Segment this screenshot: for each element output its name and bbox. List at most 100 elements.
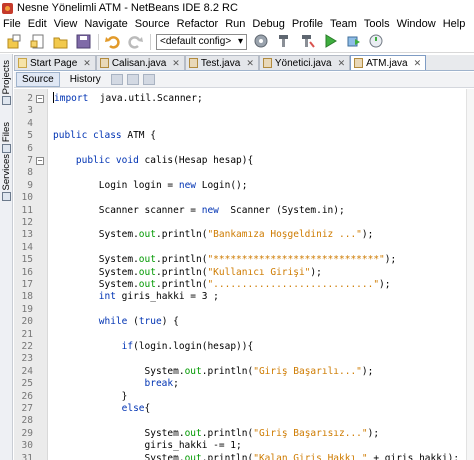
code-token: "Kullanıcı Girişi" xyxy=(207,266,311,278)
close-icon[interactable]: ✕ xyxy=(172,58,180,69)
back-icon[interactable] xyxy=(110,74,123,85)
code-token: calis(Hesap hesap){ xyxy=(138,155,254,166)
forward-icon[interactable] xyxy=(126,74,139,85)
code-token: ); xyxy=(361,229,374,241)
code-token: true xyxy=(138,316,162,328)
code-text: else{ xyxy=(53,402,151,415)
code-token: public void xyxy=(75,155,139,166)
code-text: System.out.println("....................… xyxy=(53,278,391,291)
line-number: 21 xyxy=(21,328,33,340)
line-number: 9 xyxy=(27,179,33,191)
menu-file[interactable]: File xyxy=(3,18,21,30)
profile-icon[interactable] xyxy=(368,34,384,50)
code-text: System.out.println("Giriş Başarısız...")… xyxy=(53,427,380,440)
code-line: 6 xyxy=(14,142,474,155)
code-token: new xyxy=(201,204,219,216)
menu-help[interactable]: Help xyxy=(443,18,466,30)
save-all-icon[interactable] xyxy=(75,34,91,50)
undo-icon[interactable] xyxy=(104,34,120,50)
sidebar-tab-label: Files xyxy=(1,122,12,143)
projects-icon xyxy=(2,96,11,106)
line-number: 22 xyxy=(21,341,33,352)
code-token: System. xyxy=(53,427,185,439)
title-bar: Nesne Yönelimli ATM - NetBeans IDE 8.2 R… xyxy=(0,0,474,16)
code-token: ); xyxy=(379,279,391,290)
code-token: import xyxy=(54,93,89,104)
close-icon[interactable]: ✕ xyxy=(246,58,254,69)
redo-icon[interactable] xyxy=(127,34,143,50)
code-token: .println( xyxy=(201,365,254,377)
java-file-icon xyxy=(354,58,364,68)
line-number: 16 xyxy=(21,266,33,278)
menu-tools[interactable]: Tools xyxy=(364,18,390,30)
code-line: 3 xyxy=(14,104,474,117)
code-line: 20 while (true) { xyxy=(14,315,474,328)
new-file-icon[interactable] xyxy=(29,34,45,50)
code-line: 2− import java.util.Scanner; xyxy=(14,92,474,105)
java-file-icon xyxy=(99,58,109,68)
sidebar-tab-projects[interactable]: Projects xyxy=(1,60,12,106)
run-icon[interactable] xyxy=(322,34,338,50)
code-token: new xyxy=(178,179,197,191)
find-icon[interactable] xyxy=(142,74,155,85)
settings-globe-icon[interactable] xyxy=(253,34,269,50)
tab-test-java[interactable]: Test.java ✕ xyxy=(184,55,259,70)
fold-toggle-icon[interactable]: − xyxy=(36,95,44,103)
tab-history[interactable]: History xyxy=(64,72,107,87)
menu-debug[interactable]: Debug xyxy=(252,18,284,30)
line-number: 12 xyxy=(21,217,33,228)
debug-icon[interactable] xyxy=(345,34,361,50)
menu-source[interactable]: Source xyxy=(135,18,170,30)
build-icon[interactable] xyxy=(276,34,292,50)
tab-label: ATM.java xyxy=(366,57,408,69)
code-line: 8 xyxy=(14,166,474,179)
menu-edit[interactable]: Edit xyxy=(28,18,47,30)
line-number: 5 xyxy=(27,130,33,142)
code-token: out xyxy=(184,365,202,377)
code-token: .println( xyxy=(155,229,208,241)
code-line: 7− public void calis(Hesap hesap){ xyxy=(14,154,474,167)
sidebar-tab-services[interactable]: Services xyxy=(1,154,12,202)
menu-refactor[interactable]: Refactor xyxy=(177,18,219,30)
menu-profile[interactable]: Profile xyxy=(292,18,323,30)
new-project-icon[interactable] xyxy=(6,34,22,50)
code-line: 10 xyxy=(14,191,474,204)
menu-view[interactable]: View xyxy=(54,18,78,30)
tab-y-netici-java[interactable]: Yönetici.java ✕ xyxy=(258,55,351,70)
code-text: import java.util.Scanner; xyxy=(53,92,203,105)
code-token: ; xyxy=(173,378,179,390)
tab-label: Test.java xyxy=(200,57,241,69)
code-token: out xyxy=(184,427,202,439)
netbeans-logo-icon xyxy=(2,2,13,14)
close-icon[interactable]: ✕ xyxy=(414,58,422,69)
menu-window[interactable]: Window xyxy=(397,18,436,30)
clean-build-icon[interactable] xyxy=(299,34,315,50)
config-select[interactable]: <default config> ▾ xyxy=(156,33,247,50)
editor-tab-bar: Start Page ✕ Calisan.java ✕ Test.java ✕ Yöneti… xyxy=(14,55,474,71)
tab-start-page[interactable]: Start Page ✕ xyxy=(14,55,96,70)
menu-navigate[interactable]: Navigate xyxy=(84,18,127,30)
close-icon[interactable]: ✕ xyxy=(83,58,91,69)
sidebar-tab-files[interactable]: Files xyxy=(1,122,12,154)
open-project-icon[interactable] xyxy=(52,34,68,50)
menu-run[interactable]: Run xyxy=(225,18,245,30)
code-token: public class xyxy=(53,130,122,142)
tab-atm-java[interactable]: ATM.java ✕ xyxy=(350,55,427,70)
files-icon xyxy=(2,144,11,154)
chevron-down-icon: ▾ xyxy=(237,36,243,47)
fold-toggle-icon[interactable]: − xyxy=(36,157,44,165)
code-token: System. xyxy=(53,254,139,266)
line-number: 23 xyxy=(21,353,33,365)
tab-calisan-java[interactable]: Calisan.java ✕ xyxy=(95,55,185,70)
code-editor[interactable]: 2− import java.util.Scanner; 3 4 5 public cla… xyxy=(14,89,474,460)
line-number: 10 xyxy=(21,192,33,204)
tab-source[interactable]: Source xyxy=(16,72,60,87)
close-icon[interactable]: ✕ xyxy=(338,58,346,69)
menu-team[interactable]: Team xyxy=(330,18,357,30)
line-number: 11 xyxy=(21,204,33,216)
tab-label: Calisan.java xyxy=(111,57,167,69)
code-token: "............................" xyxy=(207,279,380,290)
code-line: 25 break; xyxy=(14,377,474,390)
